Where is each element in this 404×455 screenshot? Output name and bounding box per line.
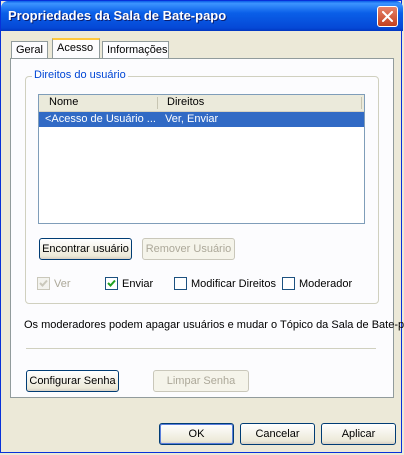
moderator-note: Os moderadores podem apagar usuários e m…	[24, 319, 404, 331]
set-password-button[interactable]: Configurar Senha	[26, 370, 119, 392]
checkbox-moderador-box[interactable]	[282, 277, 295, 290]
checkbox-enviar-label: Enviar	[122, 277, 154, 290]
user-rights-list[interactable]: Nome Direitos <Acesso de Usuário ... Ver…	[38, 94, 365, 224]
tab-acesso[interactable]: Acesso	[52, 38, 100, 58]
checkbox-ver-label: Ver	[54, 277, 71, 290]
divider	[26, 348, 376, 349]
ok-button[interactable]: OK	[159, 423, 234, 445]
column-header-rights[interactable]: Direitos	[167, 96, 204, 108]
tab-panel-acesso: Direitos do usuário Nome Direitos <Acess…	[10, 58, 404, 398]
checkbox-enviar[interactable]: Enviar	[105, 277, 153, 290]
column-divider[interactable]	[157, 97, 158, 109]
apply-button[interactable]: Aplicar	[321, 423, 396, 445]
checkbox-ver-box[interactable]	[37, 277, 50, 290]
clear-password-button[interactable]: Limpar Senha	[153, 370, 249, 392]
checkbox-modificar-direitos[interactable]: Modificar Direitos	[174, 277, 276, 290]
title-bar[interactable]: Propriedades da Sala de Bate-papo	[1, 1, 403, 31]
user-rights-group-label: Direitos do usuário	[32, 69, 128, 81]
close-button[interactable]	[377, 6, 398, 27]
checkbox-modificar-direitos-box[interactable]	[174, 277, 187, 290]
close-icon	[382, 11, 393, 22]
table-row[interactable]: <Acesso de Usuário ... Ver, Enviar	[39, 112, 364, 127]
column-header-name[interactable]: Nome	[49, 96, 78, 108]
row-rights-cell: Ver, Enviar	[165, 113, 219, 125]
dialog-window: Propriedades da Sala de Bate-papo Geral …	[0, 0, 404, 453]
checkbox-ver[interactable]: Ver	[37, 277, 71, 290]
checkmark-icon	[39, 279, 48, 287]
checkbox-moderador-label: Moderador	[299, 277, 353, 290]
window-title: Propriedades da Sala de Bate-papo	[8, 8, 227, 23]
user-rights-group: Direitos do usuário Nome Direitos <Acess…	[25, 69, 379, 304]
checkmark-icon	[107, 279, 116, 287]
column-divider[interactable]	[361, 97, 362, 109]
list-header: Nome Direitos	[39, 95, 364, 112]
cancel-button[interactable]: Cancelar	[240, 423, 315, 445]
row-name-cell: <Acesso de Usuário ...	[45, 113, 156, 125]
tab-informacoes[interactable]: Informações	[102, 41, 169, 58]
checkbox-enviar-box[interactable]	[105, 277, 118, 290]
find-user-button[interactable]: Encontrar usuário	[39, 238, 132, 260]
tab-geral[interactable]: Geral	[11, 41, 48, 58]
checkbox-modificar-direitos-label: Modificar Direitos	[191, 277, 276, 290]
checkbox-moderador[interactable]: Moderador	[282, 277, 352, 290]
remove-user-button[interactable]: Remover Usuário	[142, 238, 235, 260]
